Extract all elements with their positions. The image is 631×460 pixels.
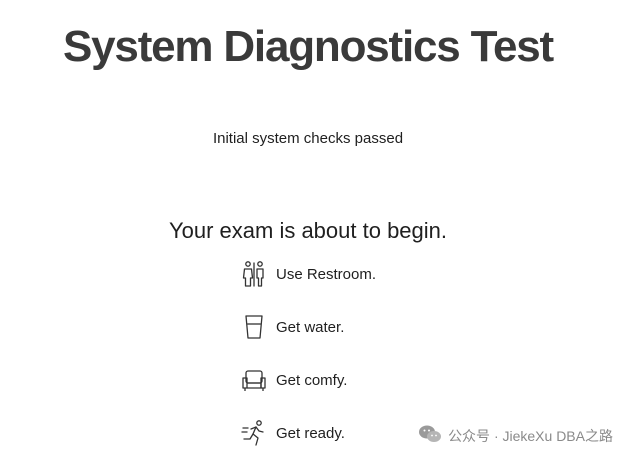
step-water-label: Get water. — [276, 318, 345, 336]
water-glass-icon — [240, 313, 268, 341]
step-water: Get water. — [240, 311, 440, 343]
step-comfy-label: Get comfy. — [276, 371, 348, 389]
wechat-icon — [418, 424, 442, 447]
step-ready: Get ready. — [240, 417, 440, 449]
step-restroom: Use Restroom. — [240, 258, 440, 290]
restroom-icon — [240, 260, 268, 288]
step-ready-label: Get ready. — [276, 424, 345, 442]
watermark-text: 公众号 · JiekeXu DBA之路 — [448, 427, 613, 444]
watermark: 公众号 · JiekeXu DBA之路 — [418, 424, 613, 447]
armchair-icon — [240, 366, 268, 394]
step-restroom-label: Use Restroom. — [276, 265, 377, 283]
page-title: System Diagnostics Test — [63, 22, 554, 71]
system-check-status: Initial system checks passed — [212, 130, 404, 147]
runner-icon — [240, 419, 268, 447]
step-comfy: Get comfy. — [240, 364, 440, 396]
exam-headline: Your exam is about to begin. — [168, 218, 448, 243]
